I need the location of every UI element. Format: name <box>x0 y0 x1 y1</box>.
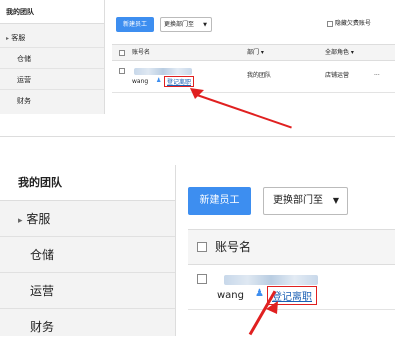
sidebar-item-label: 仓储 <box>30 248 55 262</box>
select-all-checkbox[interactable] <box>197 242 207 252</box>
bottom-sidebar: 我的团队 ▸ 客服 仓储 运营 财务 <box>0 165 176 336</box>
dropdown-caret-icon: ▼ <box>332 196 339 205</box>
change-department-dropdown[interactable]: 更换部门至 ▼ <box>263 187 348 215</box>
column-header-role[interactable]: 全部角色 ▾ <box>325 45 354 61</box>
sidebar-title: 我的团队 <box>0 0 104 24</box>
table-header: 账号名 <box>188 229 395 265</box>
row-checkbox[interactable] <box>197 274 207 284</box>
change-department-label: 更换部门至 <box>273 195 323 206</box>
new-employee-button[interactable]: 新建员工 <box>188 187 251 215</box>
sidebar-item-label: 运营 <box>17 76 31 84</box>
person-icon[interactable]: ♟ <box>255 288 264 299</box>
table-header: 账号名 部门 ▾ 全部角色 ▾ <box>112 44 395 61</box>
sidebar-item-label: 仓储 <box>17 55 31 63</box>
row-checkbox[interactable] <box>119 68 125 74</box>
hide-overdue-toggle[interactable]: 隐藏欠费账号 <box>327 19 371 29</box>
sidebar-item-label: 运营 <box>30 284 55 298</box>
red-arrow-head-icon <box>190 88 204 99</box>
top-sidebar: 我的团队 ▸ 客服 仓储 运营 财务 <box>0 0 105 114</box>
table-row: wang ♟ 登记离职 我的团队 店铺运营 ... <box>112 61 395 93</box>
top-screenshot: 我的团队 ▸ 客服 仓储 运营 财务 新建员工 更换部门至 ▼ 隐藏欠费账号 账… <box>0 0 395 137</box>
checkbox-icon[interactable] <box>327 20 333 27</box>
sidebar-item-label: 财务 <box>17 97 31 105</box>
expand-arrow-icon: ▸ <box>18 216 23 226</box>
account-name: wang <box>217 290 244 301</box>
row-department: 我的团队 <box>247 72 272 79</box>
dropdown-caret-icon: ▼ <box>203 22 207 28</box>
table-row: wang ♟ 登记离职 <box>188 265 395 310</box>
row-role: 店铺运营 <box>325 72 350 79</box>
sidebar-item-finance[interactable]: 财务 <box>0 91 104 111</box>
row-role-more: ... <box>374 70 380 77</box>
sidebar-item-warehouse[interactable]: 仓储 <box>0 237 175 273</box>
blurred-account-id <box>224 275 318 285</box>
sidebar-item-finance[interactable]: 财务 <box>0 309 175 345</box>
sidebar-item-label: 财务 <box>30 320 55 334</box>
red-arrow-icon <box>196 94 292 129</box>
sidebar-item-warehouse[interactable]: 仓储 <box>0 49 104 69</box>
column-header-account: 账号名 <box>215 240 252 254</box>
sidebar-item-label: 客服 <box>26 212 51 226</box>
change-department-dropdown[interactable]: 更换部门至 ▼ <box>160 17 212 32</box>
sidebar-item-customer-service[interactable]: ▸ 客服 <box>0 28 104 48</box>
hide-overdue-label: 隐藏欠费账号 <box>334 20 371 27</box>
blurred-account-id <box>134 68 192 75</box>
sidebar-item-label: 客服 <box>11 34 26 42</box>
change-department-label: 更换部门至 <box>164 21 195 28</box>
sidebar-item-operations[interactable]: 运营 <box>0 273 175 309</box>
column-header-account: 账号名 <box>132 49 151 56</box>
red-arrow-head-icon <box>266 301 278 314</box>
expand-arrow-icon: ▸ <box>6 35 10 42</box>
person-icon[interactable]: ♟ <box>156 77 161 84</box>
column-header-department[interactable]: 部门 ▾ <box>247 45 264 61</box>
bottom-screenshot: 我的团队 ▸ 客服 仓储 运营 财务 新建员工 更换部门至 ▼ 账号名 wang… <box>0 165 395 336</box>
sidebar-title: 我的团队 <box>0 165 175 201</box>
sidebar-item-operations[interactable]: 运营 <box>0 70 104 90</box>
new-employee-button[interactable]: 新建员工 <box>116 17 154 32</box>
account-name: wang <box>132 78 149 85</box>
sidebar-item-customer-service[interactable]: ▸ 客服 <box>0 201 175 237</box>
select-all-checkbox[interactable] <box>119 50 125 56</box>
